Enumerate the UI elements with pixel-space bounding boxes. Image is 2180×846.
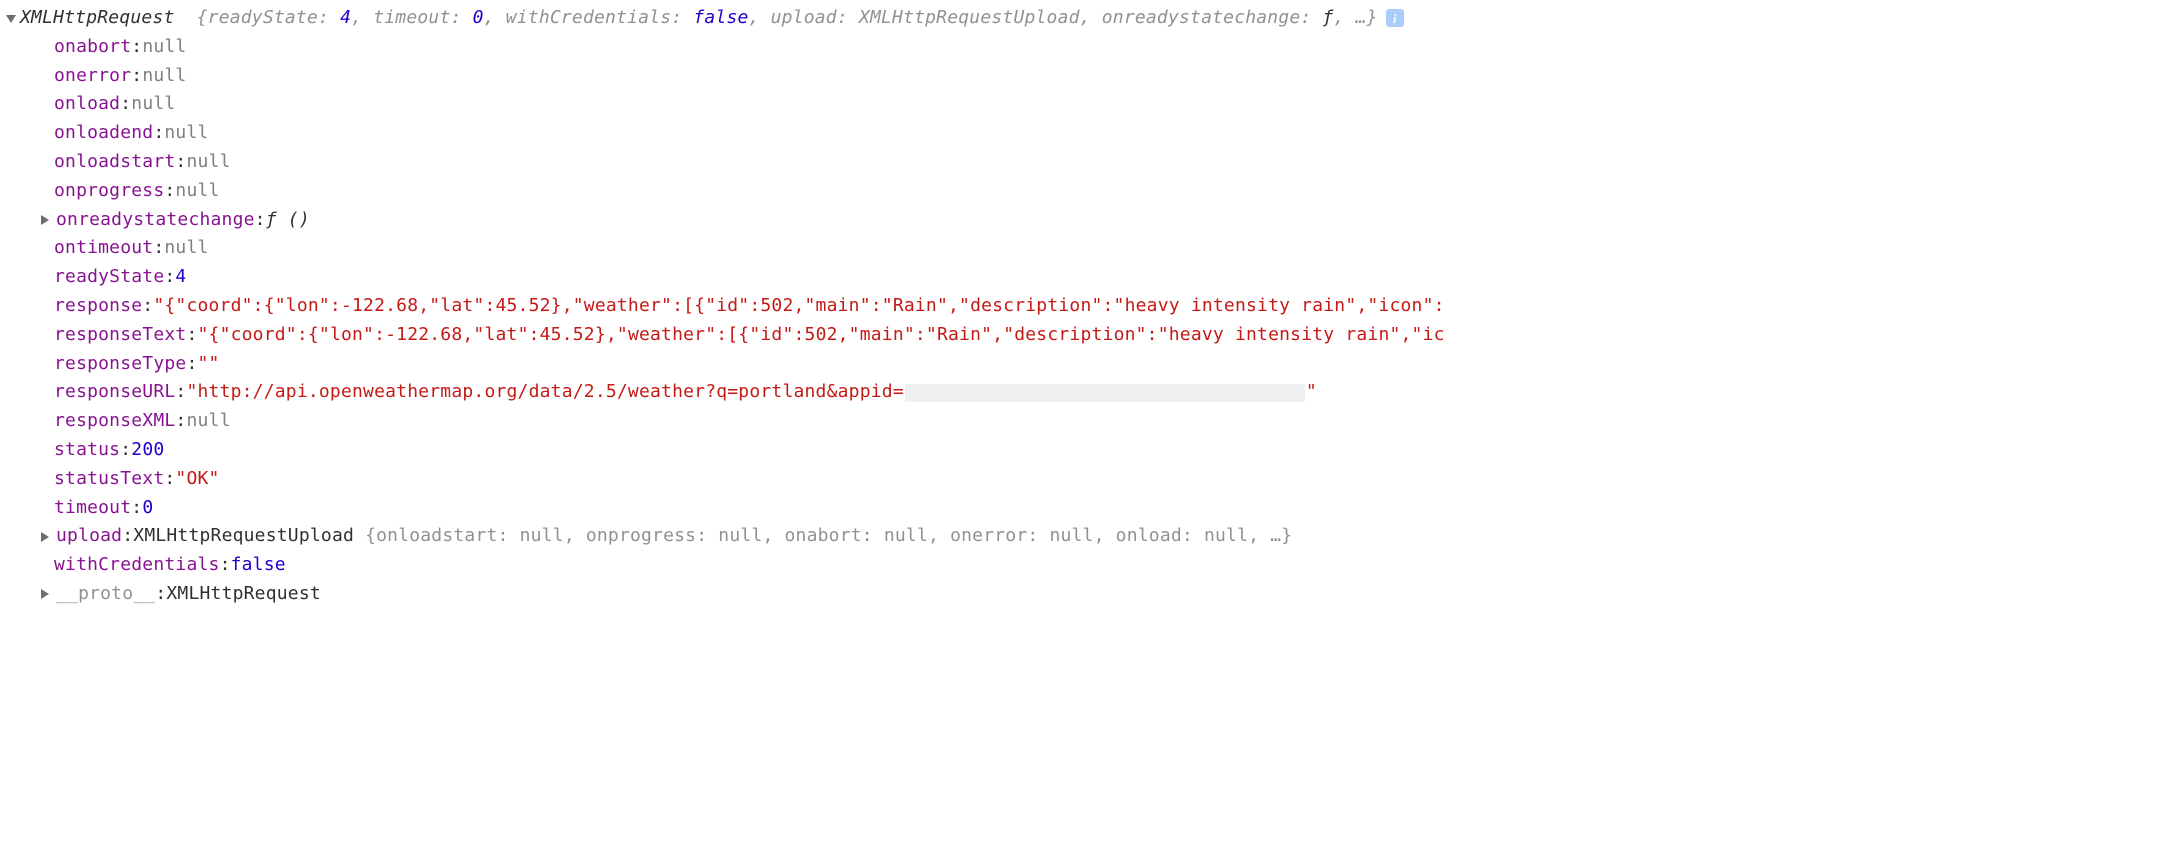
prop-value-pre: "http://api.openweathermap.org/data/2.5/…: [186, 378, 903, 407]
prop-value: null: [175, 177, 219, 206]
prop-key: onloadstart: [54, 148, 175, 177]
prop-value: "{"coord":{"lon":-122.68,"lat":45.52},"w…: [198, 321, 1445, 350]
prop-key: onabort: [54, 33, 131, 62]
prop-timeout[interactable]: timeout: 0: [6, 494, 2174, 523]
prop-value: null: [164, 234, 208, 263]
prop-value: "OK": [175, 465, 219, 494]
prop-responsetext[interactable]: responseText: "{"coord":{"lon":-122.68,"…: [6, 321, 2174, 350]
prop-withcredentials[interactable]: withCredentials: false: [6, 551, 2174, 580]
prop-value: false: [231, 551, 286, 580]
prop-onloadstart[interactable]: onloadstart: null: [6, 148, 2174, 177]
prop-status[interactable]: status: 200: [6, 436, 2174, 465]
prop-key: onprogress: [54, 177, 164, 206]
prop-responsexml[interactable]: responseXML: null: [6, 407, 2174, 436]
object-summary: {readyState: 4, timeout: 0, withCredenti…: [186, 7, 1378, 28]
console-object-header[interactable]: XMLHttpRequest {readyState: 4, timeout: …: [6, 4, 2174, 33]
expand-toggle-icon[interactable]: [41, 589, 49, 599]
prop-onreadystatechange[interactable]: onreadystatechange: ƒ (): [6, 206, 2174, 235]
expand-toggle-icon[interactable]: [6, 15, 16, 23]
prop-key: readyState: [54, 263, 164, 292]
prop-key: onloadend: [54, 119, 153, 148]
prop-statustext[interactable]: statusText: "OK": [6, 465, 2174, 494]
prop-proto[interactable]: __proto__: XMLHttpRequest: [6, 580, 2174, 609]
prop-key: upload: [56, 522, 122, 551]
prop-onloadend[interactable]: onloadend: null: [6, 119, 2174, 148]
prop-key: responseXML: [54, 407, 175, 436]
prop-key: response: [54, 292, 142, 321]
prop-onprogress[interactable]: onprogress: null: [6, 177, 2174, 206]
prop-key: onerror: [54, 62, 131, 91]
prop-value: 0: [142, 494, 153, 523]
prop-onerror[interactable]: onerror: null: [6, 62, 2174, 91]
prop-key: ontimeout: [54, 234, 153, 263]
expand-toggle-icon[interactable]: [41, 532, 49, 542]
prop-value: null: [131, 90, 175, 119]
prop-value: ƒ (): [266, 206, 310, 235]
prop-key: status: [54, 436, 120, 465]
prop-value: 4: [175, 263, 186, 292]
prop-responsetype[interactable]: responseType: "": [6, 350, 2174, 379]
prop-key: timeout: [54, 494, 131, 523]
prop-key: __proto__: [56, 580, 155, 609]
prop-value: "{"coord":{"lon":-122.68,"lat":45.52},"w…: [153, 292, 1444, 321]
info-icon[interactable]: i: [1386, 9, 1404, 27]
prop-response[interactable]: response: "{"coord":{"lon":-122.68,"lat"…: [6, 292, 2174, 321]
object-class-name: XMLHttpRequest: [20, 7, 175, 28]
prop-value: null: [142, 33, 186, 62]
prop-value: null: [164, 119, 208, 148]
prop-readystate[interactable]: readyState: 4: [6, 263, 2174, 292]
prop-responseurl[interactable]: responseURL: "http://api.openweathermap.…: [6, 378, 2174, 407]
prop-value: "": [198, 350, 220, 379]
prop-upload[interactable]: upload: XMLHttpRequestUpload {onloadstar…: [6, 522, 2174, 551]
prop-key: responseType: [54, 350, 186, 379]
prop-key: onreadystatechange: [56, 206, 255, 235]
redacted-appid: [905, 384, 1305, 402]
prop-value: null: [186, 407, 230, 436]
upload-summary: {onloadstart: null, onprogress: null, on…: [354, 522, 1292, 551]
prop-key: responseText: [54, 321, 186, 350]
prop-value-name: XMLHttpRequestUpload: [133, 522, 354, 551]
expand-toggle-icon[interactable]: [41, 215, 49, 225]
prop-key: responseURL: [54, 378, 175, 407]
prop-value: null: [186, 148, 230, 177]
prop-value: null: [142, 62, 186, 91]
prop-key: onload: [54, 90, 120, 119]
prop-onload[interactable]: onload: null: [6, 90, 2174, 119]
prop-ontimeout[interactable]: ontimeout: null: [6, 234, 2174, 263]
prop-key: statusText: [54, 465, 164, 494]
prop-value: 200: [131, 436, 164, 465]
prop-key: withCredentials: [54, 551, 220, 580]
prop-onabort[interactable]: onabort: null: [6, 33, 2174, 62]
prop-value-post: ": [1306, 378, 1317, 407]
prop-value: XMLHttpRequest: [166, 580, 321, 609]
